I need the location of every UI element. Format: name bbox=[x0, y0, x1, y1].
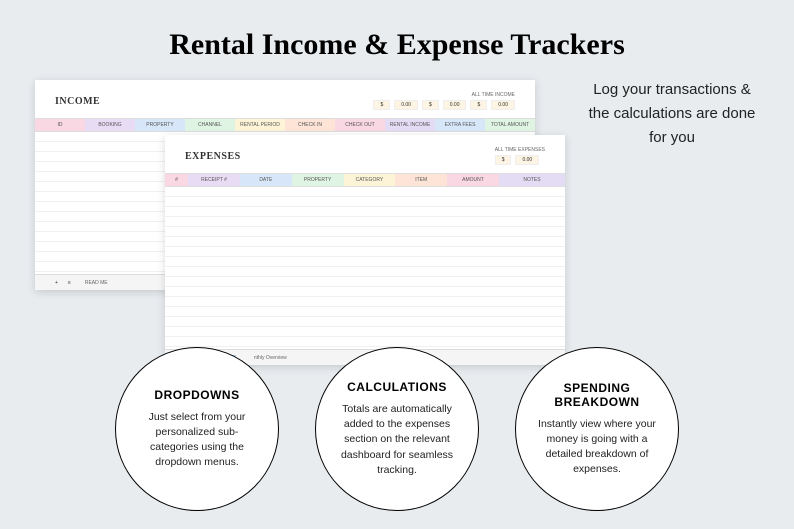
col-id: ID bbox=[35, 119, 85, 131]
total-cell: $ bbox=[495, 155, 512, 165]
col-channel: CHANNEL bbox=[185, 119, 235, 131]
col-checkout: CHECK OUT bbox=[335, 119, 385, 131]
tab-readme[interactable]: READ ME bbox=[81, 278, 112, 288]
total-cell: $ bbox=[470, 100, 487, 110]
total-cell: 0.00 bbox=[443, 100, 467, 110]
menu-icon[interactable]: ≡ bbox=[68, 280, 71, 286]
plus-icon[interactable]: + bbox=[55, 280, 58, 286]
expenses-rows bbox=[165, 187, 565, 347]
expenses-totals-label: ALL TIME EXPENSES bbox=[495, 147, 545, 153]
col-amount: AMOUNT bbox=[447, 174, 499, 186]
col-total: TOTAL AMOUNT bbox=[485, 119, 535, 131]
col-extra-fees: EXTRA FEES bbox=[435, 119, 485, 131]
total-cell: 0.00 bbox=[491, 100, 515, 110]
col-date: DATE bbox=[240, 174, 292, 186]
circle-calculations: CALCULATIONS Totals are automatically ad… bbox=[315, 347, 479, 511]
circle-body: Totals are automatically added to the ex… bbox=[334, 402, 460, 478]
total-cell: $ bbox=[373, 100, 390, 110]
income-columns: ID BOOKING PROPERTY CHANNEL RENTAL PERIO… bbox=[35, 118, 535, 132]
expenses-totals: ALL TIME EXPENSES $ 0.00 bbox=[495, 147, 545, 165]
col-property: PROPERTY bbox=[135, 119, 185, 131]
col-category: CATEGORY bbox=[344, 174, 396, 186]
col-num: # bbox=[165, 174, 188, 186]
col-period: RENTAL PERIOD bbox=[235, 119, 285, 131]
circle-dropdowns: DROPDOWNS Just select from your personal… bbox=[115, 347, 279, 511]
col-receipt: RECEIPT # bbox=[188, 174, 240, 186]
col-booking: BOOKING bbox=[85, 119, 135, 131]
income-totals-label: ALL TIME INCOME bbox=[373, 92, 515, 98]
total-cell: 0.00 bbox=[515, 155, 539, 165]
col-property: PROPERTY bbox=[292, 174, 344, 186]
income-totals: ALL TIME INCOME $ 0.00 $ 0.00 $ 0.00 bbox=[373, 92, 515, 110]
circle-spending: SPENDING BREAKDOWN Instantly view where … bbox=[515, 347, 679, 511]
income-title: INCOME bbox=[55, 96, 100, 107]
tagline-text: Log your transactions & the calculations… bbox=[582, 78, 762, 150]
expenses-sheet: EXPENSES ALL TIME EXPENSES $ 0.00 # RECE… bbox=[165, 135, 565, 365]
circle-body: Just select from your personalized sub-c… bbox=[134, 410, 260, 471]
col-notes: NOTES bbox=[499, 174, 565, 186]
col-rental-income: RENTAL INCOME bbox=[385, 119, 435, 131]
total-cell: 0.00 bbox=[394, 100, 418, 110]
expenses-title: EXPENSES bbox=[185, 151, 241, 162]
col-checkin: CHECK IN bbox=[285, 119, 335, 131]
circle-body: Instantly view where your money is going… bbox=[534, 417, 660, 478]
page-title: Rental Income & Expense Trackers bbox=[0, 0, 794, 80]
feature-circles: DROPDOWNS Just select from your personal… bbox=[0, 347, 794, 511]
circle-title: DROPDOWNS bbox=[154, 388, 239, 402]
col-item: ITEM bbox=[395, 174, 447, 186]
spreadsheets-preview: INCOME ALL TIME INCOME $ 0.00 $ 0.00 $ 0… bbox=[35, 80, 565, 350]
circle-title: SPENDING BREAKDOWN bbox=[534, 381, 660, 409]
total-cell: $ bbox=[422, 100, 439, 110]
circle-title: CALCULATIONS bbox=[347, 380, 447, 394]
expenses-columns: # RECEIPT # DATE PROPERTY CATEGORY ITEM … bbox=[165, 173, 565, 187]
